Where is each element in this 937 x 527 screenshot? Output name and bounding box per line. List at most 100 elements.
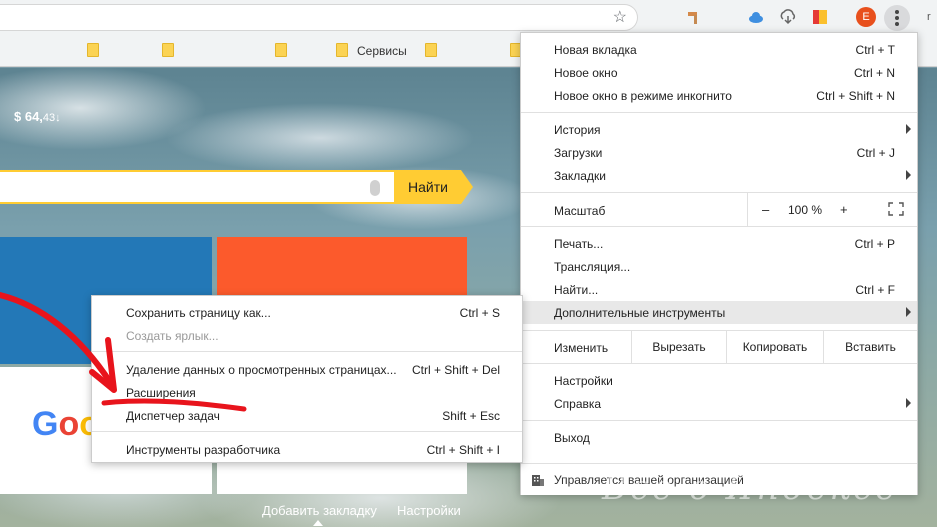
currency-value: $ 64, xyxy=(14,109,43,124)
submenu-item-clear-data[interactable]: Удаление данных о просмотренных страница… xyxy=(92,358,522,381)
settings-link[interactable]: Настройки xyxy=(397,503,461,518)
submenu-item-create-shortcut: Создать ярлык... xyxy=(92,324,522,347)
avatar[interactable]: E xyxy=(856,7,876,27)
submenu-item-extensions[interactable]: Расширения xyxy=(92,381,522,404)
submenu-item-shortcut: Shift + Esc xyxy=(442,409,500,423)
caret-up-icon xyxy=(313,520,323,526)
currency-cents: 43 xyxy=(42,112,56,124)
menu-item-label: Справка xyxy=(554,397,602,411)
menu-item-incognito[interactable]: Новое окно в режиме инкогнито Ctrl + Shi… xyxy=(521,84,917,107)
logo-letter: o xyxy=(58,405,80,443)
zoom-in-button[interactable]: + xyxy=(840,202,848,217)
add-bookmark-link[interactable]: Добавить закладку xyxy=(262,503,377,518)
search-button-arrow xyxy=(461,170,473,204)
edit-label: Изменить xyxy=(554,341,609,355)
menu-divider xyxy=(521,112,917,113)
menu-item-label: История xyxy=(554,123,601,137)
submenu-item-shortcut: Ctrl + S xyxy=(459,306,500,320)
bookmark-services[interactable]: Сервисы xyxy=(357,44,407,58)
submenu-item-shortcut: Ctrl + Shift + Del xyxy=(411,363,500,377)
menu-item-label: Печать... xyxy=(554,237,604,251)
menu-item-shortcut: Ctrl + T xyxy=(855,43,895,57)
submenu-item-shortcut: Ctrl + Shift + I xyxy=(426,443,500,457)
menu-item-label: Новое окно в режиме инкогнито xyxy=(554,89,732,103)
menu-item-label: Новое окно xyxy=(554,66,618,80)
chevron-right-icon xyxy=(906,398,911,408)
menu-item-label: Новая вкладка xyxy=(554,43,637,57)
submenu-item-label: Диспетчер задач xyxy=(126,409,220,423)
zoom-label: Масштаб xyxy=(554,204,606,218)
download-icon[interactable] xyxy=(780,9,796,25)
chevron-right-icon xyxy=(906,307,911,317)
submenu-divider xyxy=(92,351,522,352)
menu-item-shortcut: Ctrl + J xyxy=(856,146,895,160)
menu-item-help[interactable]: Справка xyxy=(521,392,917,415)
menu-item-label: Трансляция... xyxy=(554,260,631,274)
hammer-icon[interactable] xyxy=(685,9,701,25)
menu-item-label: Загрузки xyxy=(554,146,603,160)
chevron-right-icon xyxy=(906,124,911,134)
currency-widget[interactable]: $ 64,43↓ xyxy=(14,109,61,124)
search-button[interactable]: Найти xyxy=(395,170,461,204)
menu-item-shortcut: Ctrl + N xyxy=(853,66,895,80)
submenu-item-developer-tools[interactable]: Инструменты разработчика Ctrl + Shift + … xyxy=(92,438,522,461)
menu-item-new-window[interactable]: Новое окно Ctrl + N xyxy=(521,61,917,84)
menu-divider xyxy=(521,226,917,227)
fullscreen-icon[interactable] xyxy=(888,202,904,216)
zoom-level: 100 % xyxy=(788,203,823,217)
menu-item-shortcut: Ctrl + Shift + N xyxy=(816,89,895,103)
submenu-item-task-manager[interactable]: Диспетчер задач Shift + Esc xyxy=(92,404,522,427)
menu-item-print[interactable]: Печать... Ctrl + P xyxy=(521,232,917,255)
logo-letter: G xyxy=(32,405,59,443)
browser-toolbar: ☆ E r xyxy=(0,0,937,35)
submenu-divider xyxy=(92,431,522,432)
folder-icon[interactable] xyxy=(275,43,287,57)
microphone-icon[interactable] xyxy=(370,180,380,196)
menu-item-label: Найти... xyxy=(554,283,599,297)
star-icon[interactable]: ☆ xyxy=(613,9,627,27)
address-bar[interactable]: ☆ xyxy=(0,4,638,31)
menu-item-shortcut: Ctrl + P xyxy=(854,237,895,251)
folder-icon[interactable] xyxy=(162,43,174,57)
submenu-item-label: Инструменты разработчика xyxy=(126,443,281,457)
edge-text: r xyxy=(927,11,931,23)
menu-item-downloads[interactable]: Загрузки Ctrl + J xyxy=(521,141,917,164)
menu-item-label: Закладки xyxy=(554,169,606,183)
folder-icon[interactable] xyxy=(336,43,348,57)
chevron-right-icon xyxy=(906,170,911,180)
submenu-item-label: Расширения xyxy=(126,386,196,400)
menu-zoom-row: Масштаб – 100 % + xyxy=(521,193,917,226)
watermark-line1: Yandex-ru.ru xyxy=(592,418,877,464)
search-input[interactable] xyxy=(0,170,396,204)
paste-button[interactable]: Вставить xyxy=(823,331,917,363)
flag-icon[interactable] xyxy=(812,9,828,25)
copy-button[interactable]: Копировать xyxy=(726,331,823,363)
menu-divider xyxy=(521,363,917,364)
more-tools-submenu: Сохранить страницу как... Ctrl + S Созда… xyxy=(91,295,523,463)
submenu-item-label: Удаление данных о просмотренных страница… xyxy=(126,363,397,377)
menu-item-label: Дополнительные инструменты xyxy=(554,306,726,320)
menu-item-settings[interactable]: Настройки xyxy=(521,369,917,392)
more-vert-icon[interactable] xyxy=(884,5,910,31)
menu-item-shortcut: Ctrl + F xyxy=(855,283,895,297)
folder-icon[interactable] xyxy=(87,43,99,57)
submenu-item-label: Сохранить страницу как... xyxy=(126,306,271,320)
submenu-item-label: Создать ярлык... xyxy=(126,329,219,343)
menu-item-bookmarks[interactable]: Закладки xyxy=(521,164,917,187)
cut-button[interactable]: Вырезать xyxy=(631,331,726,363)
menu-item-cast[interactable]: Трансляция... xyxy=(521,255,917,278)
zoom-out-button[interactable]: – xyxy=(762,202,769,217)
zoom-controls: – 100 % + xyxy=(747,193,917,226)
menu-item-find[interactable]: Найти... Ctrl + F xyxy=(521,278,917,301)
menu-edit-row: Изменить Вырезать Копировать Вставить xyxy=(521,331,917,363)
menu-item-new-tab[interactable]: Новая вкладка Ctrl + T xyxy=(521,38,917,61)
cloud-icon[interactable] xyxy=(748,9,764,25)
menu-item-label: Настройки xyxy=(554,374,613,388)
submenu-item-save-page[interactable]: Сохранить страницу как... Ctrl + S xyxy=(92,301,522,324)
menu-item-label: Выход xyxy=(554,431,590,445)
google-logo: Goo xyxy=(32,405,100,444)
currency-trend-icon: ↓ xyxy=(55,112,61,124)
folder-icon[interactable] xyxy=(425,43,437,57)
menu-item-more-tools[interactable]: Дополнительные инструменты xyxy=(521,301,917,324)
menu-item-history[interactable]: История xyxy=(521,118,917,141)
